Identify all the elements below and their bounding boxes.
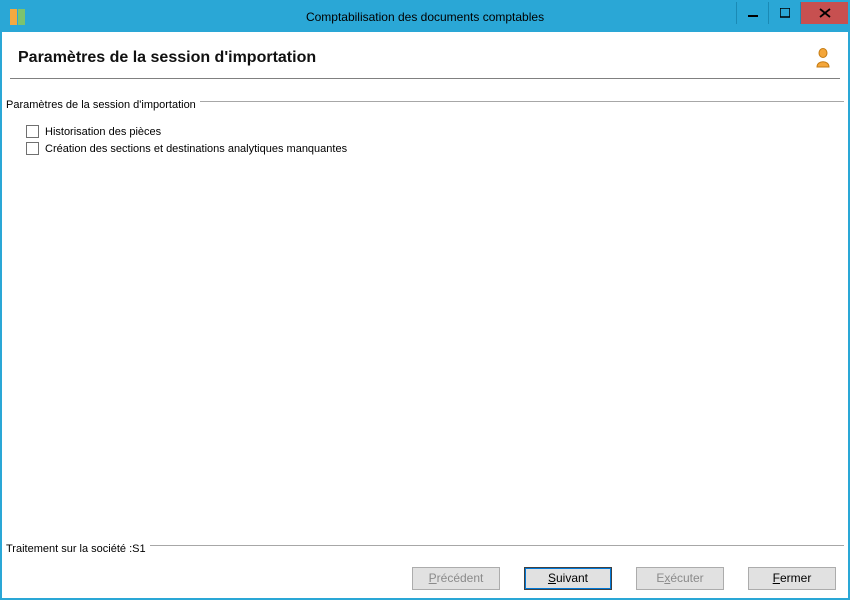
window-frame: Comptabilisation des documents comptable… [0, 0, 850, 600]
previous-button[interactable]: Précédent [412, 567, 500, 590]
close-button[interactable] [800, 2, 848, 24]
checkbox-creation-sections-label: Création des sections et destinations an… [45, 143, 347, 155]
wizard-buttons: Précédent Suivant Exécuter Fermer [6, 557, 844, 592]
params-legend: Paramètres de la session d'importation [6, 99, 200, 111]
checkbox-historisation-label: Historisation des pièces [45, 126, 161, 138]
header-row: Paramètres de la session d'importation [6, 32, 844, 78]
header-separator [10, 78, 840, 79]
page-title: Paramètres de la session d'importation [18, 49, 814, 67]
execute-button[interactable]: Exécuter [636, 567, 724, 590]
checkbox-creation-sections-input[interactable] [26, 142, 39, 155]
minimize-button[interactable] [736, 2, 768, 24]
params-fieldset: Paramètres de la session d'importation H… [6, 87, 844, 159]
checkbox-creation-sections[interactable]: Création des sections et destinations an… [26, 142, 844, 155]
close-window-button-rest: ermer [780, 571, 811, 585]
content-area: Paramètres de la session d'importation P… [2, 32, 848, 598]
previous-button-rest: récédent [437, 571, 484, 585]
close-window-button[interactable]: Fermer [748, 567, 836, 590]
spacer [6, 159, 844, 527]
checkbox-historisation-input[interactable] [26, 125, 39, 138]
window-title: Comptabilisation des documents comptable… [2, 10, 848, 24]
next-button-rest: uivant [556, 571, 588, 585]
titlebar: Comptabilisation des documents comptable… [2, 2, 848, 32]
window-controls [736, 2, 848, 32]
user-icon[interactable] [814, 48, 832, 68]
checkbox-historisation[interactable]: Historisation des pièces [26, 125, 844, 138]
app-icon [10, 9, 26, 25]
next-button[interactable]: Suivant [524, 567, 612, 590]
execute-button-rest: écuter [670, 571, 703, 585]
maximize-button[interactable] [768, 2, 800, 24]
processing-legend: Traitement sur la société :S1 [6, 543, 150, 555]
processing-fieldset: Traitement sur la société :S1 [6, 531, 844, 557]
